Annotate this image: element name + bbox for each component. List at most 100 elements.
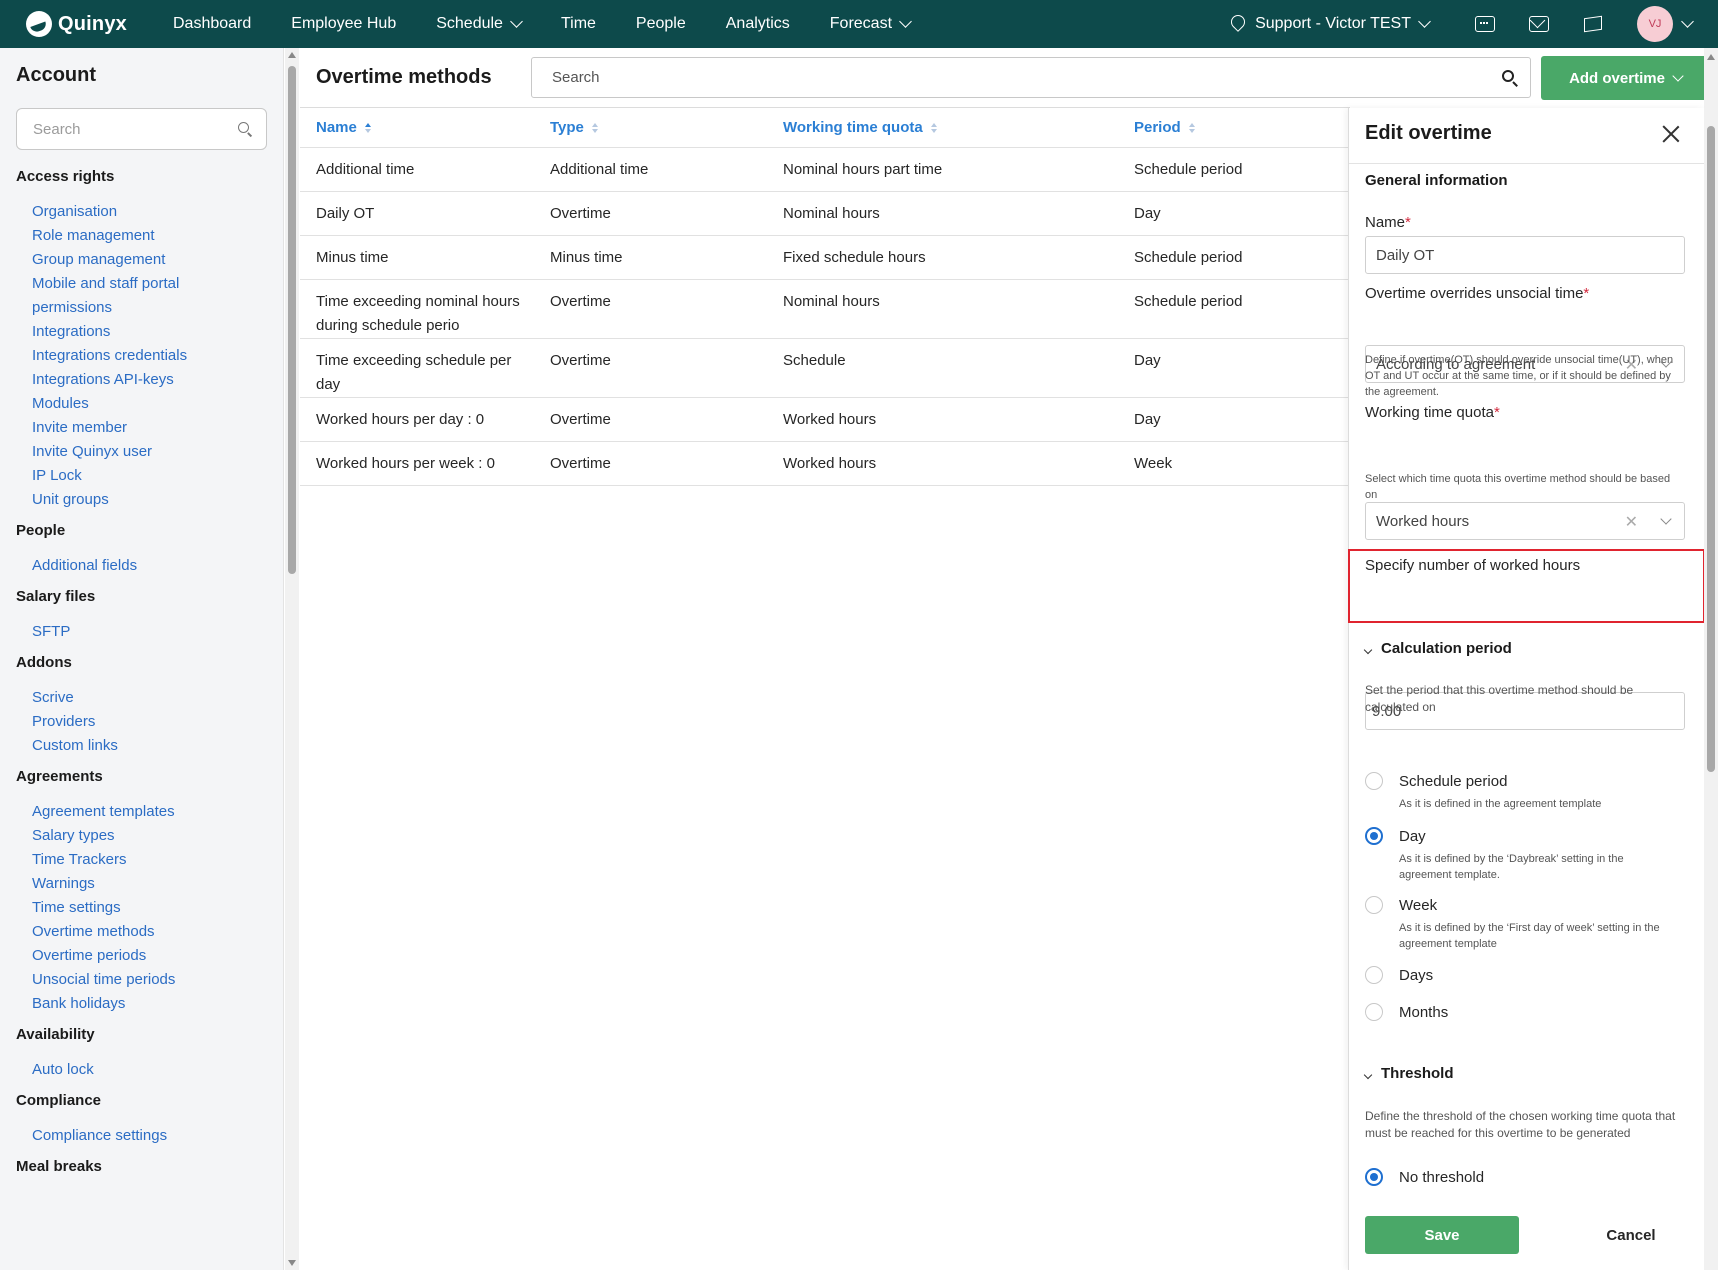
save-button[interactable]: Save (1365, 1216, 1519, 1254)
nav-item-analytics[interactable]: Analytics (726, 15, 790, 33)
nav-item-employee-hub[interactable]: Employee Hub (291, 15, 396, 33)
sidebar-item[interactable]: Organisation (16, 201, 266, 225)
avatar-chevron-down-icon[interactable] (1681, 15, 1694, 28)
sort-icon[interactable] (930, 122, 937, 133)
nav-item-schedule[interactable]: Schedule (436, 15, 523, 33)
sidebar-item[interactable]: Custom links (16, 735, 266, 759)
close-icon[interactable] (1661, 124, 1681, 144)
quinyx-logo[interactable]: Quinyx (26, 11, 173, 37)
sidebar-item[interactable]: Integrations (16, 321, 266, 345)
scrollbar-thumb[interactable] (1707, 126, 1715, 772)
sidebar-item[interactable]: Invite member (16, 417, 266, 441)
calculation-period-toggle[interactable]: Calculation period (1363, 640, 1512, 657)
nav-item-people[interactable]: People (636, 15, 686, 33)
panel-scrollbar[interactable] (1704, 108, 1718, 1270)
sidebar-item[interactable]: Integrations API-keys (16, 369, 266, 393)
period-option-months[interactable]: Months (1365, 1003, 1448, 1023)
chevron-down-icon[interactable] (1660, 513, 1672, 525)
add-overtime-button[interactable]: Add overtime (1541, 56, 1710, 100)
radio-unselected[interactable] (1365, 1003, 1383, 1021)
sidebar-scrollbar[interactable] (285, 48, 299, 1270)
period-option-week[interactable]: Week As it is defined by the ‘First day o… (1365, 896, 1669, 952)
name-field[interactable]: Daily OT (1365, 236, 1685, 274)
sidebar-item[interactable]: Agreement templates (16, 801, 266, 825)
sidebar-item[interactable]: Unsocial time periods (16, 969, 266, 993)
sidebar-item[interactable]: permissions (16, 297, 266, 321)
sidebar-item[interactable]: Additional fields (16, 555, 266, 579)
sidebar-item[interactable]: Overtime methods (16, 921, 266, 945)
table-row[interactable]: Additional time Additional time Nominal ho… (300, 148, 1350, 192)
sidebar-item[interactable]: Modules (16, 393, 266, 417)
column-header[interactable]: Name (316, 119, 536, 136)
scrollbar-thumb[interactable] (288, 66, 296, 574)
avatar[interactable]: VJ (1637, 6, 1673, 42)
chat-icon[interactable] (1475, 16, 1495, 32)
radio-selected[interactable] (1365, 827, 1383, 845)
nav-menu: Dashboard Employee Hub Schedule Time People A… (173, 15, 950, 33)
period-option-schedule-period[interactable]: Schedule period As it is defined in the a… (1365, 772, 1669, 812)
sidebar-item[interactable]: Scrive (16, 687, 266, 711)
sidebar-group-heading: Meal breaks (16, 1158, 102, 1175)
sort-icon[interactable] (364, 122, 371, 133)
sidebar-item[interactable]: SFTP (16, 621, 266, 645)
sidebar-item[interactable]: Compliance settings (16, 1125, 266, 1149)
sidebar-item[interactable]: Salary types (16, 825, 266, 849)
period-option-text: Months (1399, 1003, 1448, 1023)
cancel-button[interactable]: Cancel (1581, 1216, 1681, 1254)
column-header[interactable]: Working time quota (783, 119, 937, 136)
sidebar-search-placeholder: Search (33, 120, 81, 138)
sidebar-item[interactable]: Auto lock (16, 1059, 266, 1083)
radio-unselected[interactable] (1365, 966, 1383, 984)
scroll-up-icon[interactable] (1707, 54, 1715, 60)
sidebar-item[interactable]: Invite Quinyx user (16, 441, 266, 465)
sidebar-item[interactable]: Providers (16, 711, 266, 735)
column-header[interactable]: Period (1134, 119, 1195, 136)
main-scrollbar[interactable] (1704, 48, 1718, 108)
nav-item-time[interactable]: Time (561, 15, 596, 33)
period-option-day[interactable]: Day As it is defined by the ‘Daybreak’ se… (1365, 827, 1669, 883)
column-header[interactable]: Type (550, 119, 598, 136)
add-overtime-label: Add overtime (1569, 69, 1665, 87)
sidebar-item[interactable]: Time settings (16, 897, 266, 921)
sidebar-item[interactable]: Mobile and staff portal (16, 273, 266, 297)
sidebar-item[interactable]: IP Lock (16, 465, 266, 489)
sort-icon[interactable] (591, 122, 598, 133)
table-row[interactable]: Time exceeding schedule per day Overtime S… (300, 339, 1350, 398)
nav-item-label: Employee Hub (291, 15, 397, 32)
general-information-heading: General information (1365, 172, 1508, 189)
scroll-up-icon[interactable] (288, 52, 296, 58)
sidebar-item[interactable]: Unit groups (16, 489, 266, 513)
radio-unselected[interactable] (1365, 772, 1383, 790)
overtime-search-input[interactable]: Search (531, 57, 1531, 98)
threshold-toggle[interactable]: Threshold (1363, 1065, 1454, 1082)
no-threshold-option[interactable]: No threshold (1365, 1168, 1484, 1188)
quota-select[interactable]: Worked hours ✕ (1365, 502, 1685, 540)
sidebar-item[interactable]: Time Trackers (16, 849, 266, 873)
sidebar-search-input[interactable]: Search (16, 108, 267, 150)
clear-icon[interactable]: ✕ (1625, 512, 1638, 532)
table-row[interactable]: Worked hours per day : 0 Overtime Worked h… (300, 398, 1350, 442)
radio-unselected[interactable] (1365, 896, 1383, 914)
table-row[interactable]: Minus time Minus time Fixed schedule hours… (300, 236, 1350, 280)
sidebar-item[interactable]: Bank holidays (16, 993, 266, 1017)
sidebar-item[interactable]: Warnings (16, 873, 266, 897)
radio-selected[interactable] (1365, 1168, 1383, 1186)
sort-icon[interactable] (1188, 122, 1195, 133)
table-cell: Schedule (783, 352, 846, 369)
table-row[interactable]: Time exceeding nominal hours during sche… (300, 280, 1350, 339)
search-icon[interactable] (1502, 70, 1514, 82)
sidebar-item[interactable]: Overtime periods (16, 945, 266, 969)
location-selector[interactable]: Support - Victor TEST (1231, 15, 1431, 33)
sidebar-item[interactable]: Role management (16, 225, 266, 249)
sidebar-item[interactable]: Group management (16, 249, 266, 273)
table-row[interactable]: Daily OT Overtime Nominal hours Day (300, 192, 1350, 236)
scroll-down-icon[interactable] (288, 1260, 296, 1266)
table-row[interactable]: Worked hours per week : 0 Overtime Worked … (300, 442, 1350, 486)
period-option-days[interactable]: Days (1365, 966, 1433, 986)
nav-item-dashboard[interactable]: Dashboard (173, 15, 251, 33)
sidebar-group: Access rights Organisation Role management… (16, 167, 266, 513)
nav-item-forecast[interactable]: Forecast (830, 15, 912, 33)
megaphone-icon[interactable] (1583, 16, 1603, 32)
sidebar-item[interactable]: Integrations credentials (16, 345, 266, 369)
mail-icon[interactable] (1529, 16, 1549, 32)
